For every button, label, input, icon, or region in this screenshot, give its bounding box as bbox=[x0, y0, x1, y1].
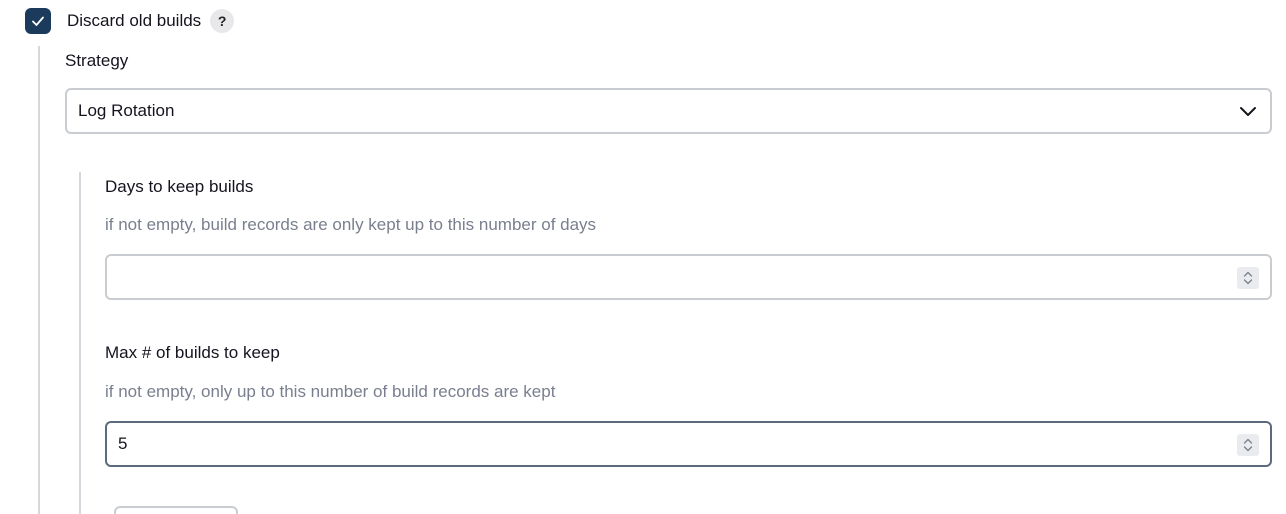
days-to-keep-input[interactable] bbox=[105, 254, 1272, 300]
max-builds-spinner[interactable] bbox=[1237, 434, 1259, 456]
max-builds-input[interactable]: 5 bbox=[105, 421, 1272, 467]
days-to-keep-description: if not empty, build records are only kep… bbox=[105, 215, 597, 234]
strategy-selected-value: Log Rotation bbox=[78, 101, 175, 120]
check-icon bbox=[32, 16, 44, 26]
discard-old-builds-checkbox[interactable] bbox=[25, 8, 51, 34]
spinner-arrows-icon bbox=[1243, 271, 1253, 285]
advanced-button[interactable] bbox=[114, 506, 238, 514]
build-discarder-section: Discard old builds ? Strategy Log Rotati… bbox=[0, 0, 1286, 514]
subsection-guide-line bbox=[79, 172, 81, 514]
max-builds-value: 5 bbox=[118, 434, 128, 453]
discard-old-builds-label[interactable]: Discard old builds bbox=[67, 8, 201, 34]
max-builds-description: if not empty, only up to this number of … bbox=[105, 382, 556, 401]
discard-old-builds-row: Discard old builds ? bbox=[25, 8, 235, 34]
section-guide-line bbox=[38, 46, 40, 514]
strategy-label: Strategy bbox=[65, 51, 129, 70]
strategy-select[interactable]: Log Rotation bbox=[65, 88, 1272, 134]
chevron-down-icon bbox=[1240, 107, 1256, 116]
days-to-keep-label: Days to keep builds bbox=[105, 177, 254, 196]
help-button[interactable]: ? bbox=[210, 9, 235, 33]
spinner-arrows-icon bbox=[1243, 438, 1253, 452]
max-builds-label: Max # of builds to keep bbox=[105, 343, 280, 362]
days-to-keep-spinner[interactable] bbox=[1237, 267, 1259, 289]
